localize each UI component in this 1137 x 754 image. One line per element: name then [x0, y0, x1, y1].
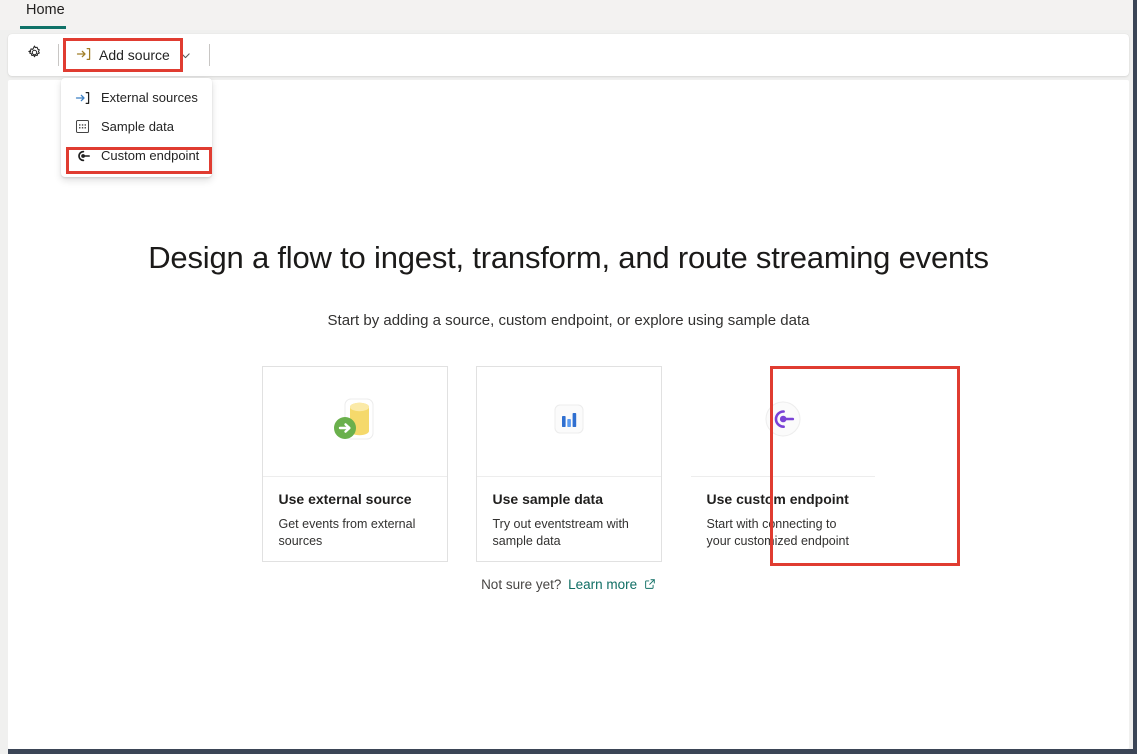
menu-item-custom-endpoint[interactable]: Custom endpoint	[61, 141, 212, 170]
tab-strip: Home	[0, 0, 1133, 30]
menu-item-label: External sources	[101, 90, 198, 105]
add-source-button[interactable]: Add source	[67, 40, 201, 70]
card-title: Use sample data	[493, 491, 645, 507]
learn-more-link[interactable]: Learn more	[568, 577, 656, 592]
grid-dots-square-icon	[74, 118, 91, 135]
learn-more-label: Learn more	[568, 577, 637, 592]
card-icon-area	[477, 367, 661, 477]
tab-home-active-underline	[20, 26, 66, 29]
card-body: Use custom endpoint Start with connectin…	[691, 477, 875, 561]
external-link-icon	[644, 578, 656, 593]
footer-help: Not sure yet? Learn more	[8, 577, 1129, 593]
card-title: Use custom endpoint	[707, 491, 859, 507]
card-use-custom-endpoint[interactable]: Use custom endpoint Start with connectin…	[690, 366, 876, 562]
card-use-external-source[interactable]: Use external source Get events from exte…	[262, 366, 448, 562]
tab-home-label: Home	[26, 2, 65, 18]
toolbar-divider-1	[58, 44, 59, 66]
menu-item-sample-data[interactable]: Sample data	[61, 112, 212, 141]
gear-icon	[26, 44, 43, 66]
card-icon-area	[691, 367, 875, 477]
bar-chart-icon	[540, 390, 598, 453]
menu-item-label: Sample data	[101, 119, 174, 134]
card-description: Get events from external sources	[279, 516, 431, 550]
page-subtitle: Start by adding a source, custom endpoin…	[8, 312, 1129, 329]
database-import-icon	[326, 390, 384, 453]
canvas-empty-state: Design a flow to ingest, transform, and …	[8, 80, 1129, 749]
card-icon-area	[263, 367, 447, 477]
footer-prompt: Not sure yet?	[481, 577, 561, 592]
card-description: Try out eventstream with sample data	[493, 516, 645, 550]
menu-item-label: Custom endpoint	[101, 148, 199, 163]
left-rail	[0, 30, 8, 754]
card-use-sample-data[interactable]: Use sample data Try out eventstream with…	[476, 366, 662, 562]
custom-endpoint-icon	[74, 147, 91, 164]
app-window: Home A	[0, 0, 1137, 754]
toolbar-divider-2	[209, 44, 210, 66]
card-description: Start with connecting to your customized…	[707, 516, 859, 550]
menu-item-external-sources[interactable]: External sources	[61, 83, 212, 112]
arrow-into-bracket-icon	[74, 89, 91, 106]
custom-endpoint-icon	[754, 390, 812, 453]
add-source-label: Add source	[99, 47, 170, 63]
quick-start-cards: Use external source Get events from exte…	[8, 366, 1129, 562]
chevron-down-icon	[179, 49, 192, 62]
command-bar: Add source	[8, 34, 1129, 76]
card-title: Use external source	[279, 491, 431, 507]
card-body: Use sample data Try out eventstream with…	[477, 477, 661, 561]
arrow-into-bracket-icon	[76, 46, 92, 65]
page-title: Design a flow to ingest, transform, and …	[8, 240, 1129, 276]
add-source-menu: External sources Sample data	[61, 78, 212, 177]
settings-button[interactable]	[18, 39, 50, 71]
card-body: Use external source Get events from exte…	[263, 477, 447, 561]
